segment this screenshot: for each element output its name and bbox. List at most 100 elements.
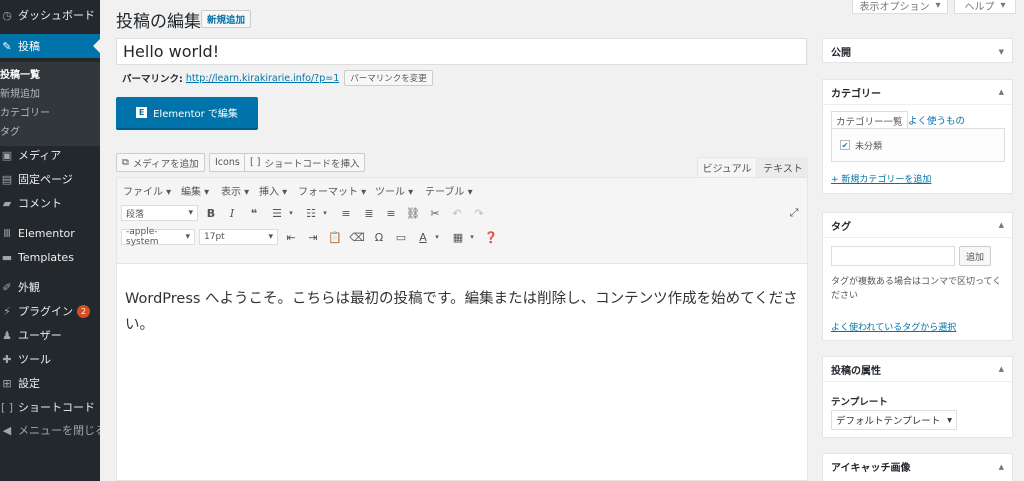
chevron-up-icon[interactable]: ▲	[999, 463, 1004, 471]
clear-formatting-icon[interactable]: ⌫	[349, 230, 365, 244]
menu-media-label: メディア	[18, 149, 62, 162]
menu-dashboard[interactable]: ◷ ダッシュボード	[0, 3, 100, 27]
special-character-icon[interactable]: Ω	[372, 230, 386, 244]
fullscreen-icon[interactable]: ⤢	[787, 206, 801, 220]
screen-options-button[interactable]: 表示オプション ▾	[852, 0, 948, 14]
change-permalink-button[interactable]: パーマリンクを変更	[344, 70, 433, 86]
menu-view[interactable]: 表示 ▾	[221, 183, 249, 198]
submenu-tags[interactable]: タグ	[0, 123, 20, 138]
menu-tools[interactable]: ✚ ツール	[0, 347, 100, 371]
font-family-select[interactable]: -apple-system ▾	[121, 227, 195, 247]
menu-edit[interactable]: 編集 ▾	[181, 183, 209, 198]
help-icon[interactable]: ❓	[484, 230, 498, 244]
submenu-categories[interactable]: カテゴリー	[0, 104, 50, 119]
indent-icon[interactable]: ⇥	[306, 230, 320, 244]
admin-sidebar: ◷ ダッシュボード ✎ 投稿 投稿一覧 新規追加 カテゴリー タグ ▣ メディア…	[0, 0, 100, 481]
category-tab-popular[interactable]: よく使うもの	[908, 113, 965, 127]
chevron-down-icon[interactable]: ▼	[999, 48, 1004, 56]
chevron-down-icon[interactable]: ▾	[430, 230, 444, 244]
plugin-icon: ⚡	[3, 304, 11, 318]
category-box-header[interactable]: カテゴリー ▲	[823, 80, 1012, 105]
add-new-button[interactable]: 新規追加	[201, 10, 252, 28]
collapse-arrow-icon: ◀	[2, 423, 12, 437]
menu-comments[interactable]: ▰ コメント	[0, 191, 100, 215]
redo-icon[interactable]: ↷	[472, 206, 486, 220]
menu-templates-label: Templates	[18, 250, 74, 264]
format-select-value: 段落	[126, 209, 145, 220]
category-label: 未分類	[855, 141, 883, 152]
permalink-row: パーマリンク: http://learn.kirakirarie.info/?p…	[122, 69, 433, 87]
text-color-icon[interactable]: A	[416, 230, 430, 244]
menu-tools[interactable]: ツール ▾	[375, 183, 413, 198]
collapse-menu-button[interactable]: ◀ メニューを閉じる	[0, 418, 100, 442]
submenu-add-new[interactable]: 新規追加	[0, 85, 40, 100]
table-icon[interactable]: ▦	[451, 230, 465, 244]
menu-shortcodes[interactable]: [ ] ショートコード	[0, 395, 100, 419]
add-media-button[interactable]: ⧉ メディアを追加	[116, 153, 205, 172]
menu-table[interactable]: テーブル ▾	[425, 183, 473, 198]
menu-posts[interactable]: ✎ 投稿	[0, 34, 100, 58]
publish-box-header[interactable]: 公開 ▼	[823, 39, 1012, 64]
tag-box-header[interactable]: タグ ▲	[823, 213, 1012, 238]
menu-users[interactable]: ♟ ユーザー	[0, 323, 100, 347]
font-size-select[interactable]: 17pt ▾	[199, 229, 278, 245]
tab-visual[interactable]: ビジュアル	[697, 157, 757, 177]
menu-file[interactable]: ファイル ▾	[123, 183, 171, 198]
help-button[interactable]: ヘルプ ▾	[954, 0, 1016, 14]
align-left-icon[interactable]: ≡	[339, 206, 353, 220]
dashboard-icon: ◷	[2, 8, 12, 22]
tab-text[interactable]: テキスト	[758, 157, 808, 177]
category-checkbox[interactable]: ✔	[840, 140, 850, 150]
unlink-icon[interactable]: ✂	[428, 206, 442, 220]
align-center-icon[interactable]: ≣	[362, 206, 376, 220]
editor-content[interactable]: WordPress へようこそ。こちらは最初の投稿です。編集または削除し、コンテ…	[125, 286, 801, 338]
bullet-list-icon[interactable]: ☰	[270, 206, 284, 220]
format-select[interactable]: 段落 ▾	[121, 205, 198, 221]
horizontal-line-icon[interactable]: ▭	[394, 230, 408, 244]
menu-appearance[interactable]: ✐ 外観	[0, 275, 100, 299]
menu-templates[interactable]: ▬ Templates	[0, 245, 100, 269]
menu-users-label: ユーザー	[18, 329, 62, 342]
align-right-icon[interactable]: ≡	[384, 206, 398, 220]
undo-icon[interactable]: ↶	[450, 206, 464, 220]
submenu-all-posts[interactable]: 投稿一覧	[0, 66, 40, 81]
menu-appearance-label: 外観	[18, 281, 40, 294]
icons-button[interactable]: Icons	[209, 153, 246, 172]
paste-text-icon[interactable]: 📋	[328, 230, 342, 244]
tag-help-text: タグが複数ある場合はコンマで区切ってください	[831, 277, 1002, 301]
chevron-down-icon[interactable]: ▾	[318, 206, 332, 220]
menu-insert[interactable]: 挿入 ▾	[259, 183, 287, 198]
chevron-up-icon[interactable]: ▲	[999, 88, 1004, 96]
featured-image-box: アイキャッチ画像 ▲	[822, 453, 1013, 481]
brush-icon: ✐	[2, 280, 12, 294]
menu-plugins-label: プラグイン	[18, 305, 73, 318]
chevron-up-icon[interactable]: ▲	[999, 221, 1004, 229]
chevron-down-icon[interactable]: ▾	[465, 230, 479, 244]
choose-popular-tags-link[interactable]: よく使われているタグから選択	[831, 320, 956, 333]
chevron-down-icon[interactable]: ▾	[284, 206, 298, 220]
menu-settings[interactable]: ⊞ 設定	[0, 371, 100, 395]
add-tag-button[interactable]: 追加	[959, 246, 991, 266]
edit-with-elementor-button[interactable]: E Elementor で編集	[116, 97, 258, 130]
menu-pages[interactable]: ▤ 固定ページ	[0, 167, 100, 191]
elementor-icon: E	[136, 107, 148, 118]
outdent-icon[interactable]: ⇤	[284, 230, 298, 244]
italic-icon[interactable]: I	[225, 206, 239, 220]
numbered-list-icon[interactable]: ☷	[304, 206, 318, 220]
add-new-category-link[interactable]: + 新規カテゴリーを追加	[831, 172, 931, 185]
menu-format[interactable]: フォーマット ▾	[298, 183, 366, 198]
tag-input[interactable]	[831, 246, 955, 266]
post-title-input[interactable]	[116, 38, 807, 65]
menu-plugins[interactable]: ⚡ プラグイン 2	[0, 299, 100, 323]
template-select[interactable]: デフォルトテンプレート ▾	[831, 410, 957, 430]
permalink-url[interactable]: http://learn.kirakirarie.info/?p=1	[186, 73, 339, 84]
link-icon[interactable]: ⛓	[406, 206, 420, 220]
bold-icon[interactable]: B	[204, 206, 218, 220]
menu-elementor[interactable]: Ⅲ Elementor	[0, 221, 100, 245]
menu-media[interactable]: ▣ メディア	[0, 143, 100, 167]
post-attributes-box-header[interactable]: 投稿の属性 ▲	[823, 357, 1012, 382]
featured-image-box-header[interactable]: アイキャッチ画像 ▲	[823, 454, 1012, 479]
insert-shortcode-button[interactable]: [ ] ショートコードを挿入	[244, 153, 366, 172]
blockquote-icon[interactable]: ❝	[247, 206, 261, 220]
chevron-up-icon[interactable]: ▲	[999, 365, 1004, 373]
